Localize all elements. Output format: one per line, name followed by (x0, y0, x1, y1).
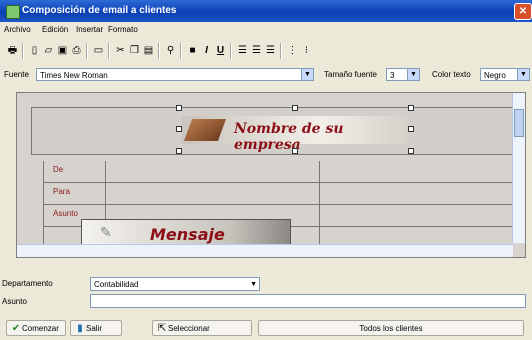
exit-label: Salir (86, 324, 103, 333)
new-doc-icon[interactable]: ▯ (28, 44, 41, 57)
resize-handle[interactable] (292, 148, 298, 154)
select-button[interactable]: ⇱ Seleccionar (152, 320, 252, 336)
resize-handle[interactable] (176, 148, 182, 154)
all-clients-label: Todos los clientes (359, 324, 423, 333)
bullet-list-icon[interactable]: ⁝ (300, 44, 313, 57)
cursor-icon: ⇱ (157, 323, 167, 334)
menu-archivo[interactable]: Archivo (4, 25, 31, 34)
header-table[interactable]: Nombre de su empresa (31, 105, 525, 155)
subject-label: Asunto (2, 297, 27, 306)
subject-field[interactable] (90, 294, 526, 308)
numbered-list-icon[interactable]: ⋮ (286, 44, 299, 57)
resize-handle[interactable] (292, 105, 298, 111)
pen-icon: ✎ (100, 224, 112, 240)
font-label: Fuente (4, 70, 29, 79)
close-icon[interactable]: ✕ (514, 3, 532, 20)
department-select[interactable]: Contabilidad ▼ (90, 277, 260, 291)
italic-icon[interactable]: I (200, 44, 213, 57)
menu-edicion[interactable]: Edición (42, 25, 68, 34)
toolbar-separator (22, 43, 24, 59)
resize-handle[interactable] (408, 148, 414, 154)
window-title: Composición de email a clientes (22, 5, 177, 16)
bottom-toolbar: ✔ Comenzar ▮ Salir ⇱ Seleccionar Todos los … (0, 318, 532, 340)
company-name: Nombre de su empresa (234, 121, 344, 153)
align-left-icon[interactable]: ☰ (236, 44, 249, 57)
find-icon[interactable]: ⚲ (164, 44, 177, 57)
align-center-icon[interactable]: ☰ (250, 44, 263, 57)
font-select-value: Times New Roman (40, 71, 108, 80)
horizontal-scrollbar[interactable] (17, 244, 513, 257)
print-preview-icon[interactable]: ⎙ (70, 44, 83, 57)
bold-icon[interactable]: ■ (186, 44, 199, 57)
department-value: Contabilidad (94, 280, 139, 289)
table-row[interactable]: Para (43, 183, 525, 205)
vertical-scrollbar[interactable] (512, 93, 525, 243)
exit-button[interactable]: ▮ Salir (70, 320, 122, 336)
toolbar: 🖶 ▯ ▱ ▣ ⎙ ▭ ✂ ❐ ▤ ⚲ ■ I U ☰ ☰ ☰ ⋮ ⁝ (0, 40, 532, 62)
copy-icon[interactable]: ❐ (128, 44, 141, 57)
underline-icon[interactable]: U (214, 44, 227, 57)
compose-label: Comenzar (22, 324, 59, 333)
row-label-asunto: Asunto (53, 209, 78, 218)
open-icon[interactable]: ▱ (42, 44, 55, 57)
chevron-down-icon[interactable]: ▼ (301, 69, 313, 80)
size-label: Tamaño fuente (324, 70, 377, 79)
align-right-icon[interactable]: ☰ (264, 44, 277, 57)
book-icon (183, 119, 227, 141)
format-bar: Fuente Times New Roman ▼ Tamaño fuente 3… (0, 66, 532, 86)
color-label: Color texto (432, 70, 471, 79)
save-icon[interactable]: ▣ (56, 44, 69, 57)
chevron-down-icon[interactable]: ▼ (407, 69, 419, 80)
print-icon[interactable]: 🖶 (6, 44, 19, 57)
toolbar-separator (230, 43, 232, 59)
color-select[interactable]: Negro ▼ (480, 68, 530, 81)
select-label: Seleccionar (168, 324, 210, 333)
size-select-value: 3 (390, 71, 395, 80)
table-row[interactable]: De (43, 161, 525, 183)
menu-bar: Archivo Edición Insertar Formato (0, 23, 532, 37)
door-icon: ▮ (77, 323, 83, 334)
title-bar: Composición de email a clientes ✕ (0, 0, 532, 22)
check-icon: ✔ (11, 323, 21, 334)
app-icon (6, 5, 20, 19)
color-select-value: Negro (484, 71, 506, 80)
department-label: Departamento (2, 279, 53, 288)
size-select[interactable]: 3 ▼ (386, 68, 420, 81)
company-banner[interactable]: Nombre de su empresa (182, 116, 412, 153)
row-label-para: Para (53, 187, 70, 196)
row-label-de: De (53, 165, 64, 174)
cut-icon[interactable]: ✂ (114, 44, 127, 57)
resize-handle[interactable] (408, 105, 414, 111)
resize-handle[interactable] (176, 105, 182, 111)
toolbar-separator (280, 43, 282, 59)
menu-insertar[interactable]: Insertar (76, 25, 103, 34)
toolbar-separator (108, 43, 110, 59)
toolbar-separator (86, 43, 88, 59)
resize-handle[interactable] (176, 126, 182, 132)
font-select[interactable]: Times New Roman ▼ (36, 68, 314, 81)
comment-icon[interactable]: ▭ (92, 44, 105, 57)
email-editor[interactable]: Nombre de su empresa De Para Asunto ✎ Me… (16, 92, 526, 258)
paste-icon[interactable]: ▤ (142, 44, 155, 57)
chevron-down-icon[interactable]: ▼ (250, 278, 257, 291)
menu-formato[interactable]: Formato (108, 25, 138, 34)
message-title: Mensaje (150, 225, 225, 244)
all-clients-button[interactable]: Todos los clientes (258, 320, 524, 336)
resize-handle[interactable] (408, 126, 414, 132)
compose-button[interactable]: ✔ Comenzar (6, 320, 66, 336)
toolbar-separator (158, 43, 160, 59)
chevron-down-icon[interactable]: ▼ (517, 69, 529, 80)
toolbar-separator (180, 43, 182, 59)
scroll-thumb[interactable] (514, 109, 524, 137)
